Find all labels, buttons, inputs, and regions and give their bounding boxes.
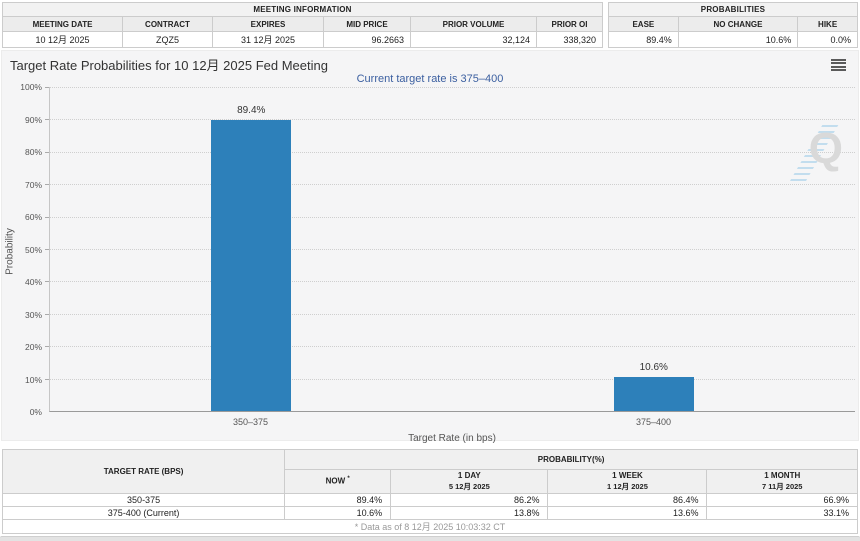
probability-pct-group-header: PROBABILITY(%) (284, 449, 858, 470)
meeting-date-value: 10 12月 2025 (2, 31, 123, 48)
prior-volume-header: PRIOR VOLUME (410, 16, 537, 32)
no-change-value: 10.6% (677, 31, 799, 48)
probability-bar (613, 376, 694, 411)
x-axis-title: Target Rate (in bps) (408, 433, 496, 444)
hike-value: 0.0% (797, 31, 858, 48)
one-week-column-header: 1 WEEK 1 12月 2025 (547, 469, 708, 494)
one-month-probability-cell: 66.9% (706, 493, 858, 507)
quikstrike-watermark-logo: Q (787, 124, 843, 185)
one-week-date: 1 12月 2025 (607, 481, 648, 491)
data-as-of-footnote: * Data as of 8 12月 2025 10:03:32 CT (2, 519, 858, 534)
one-week-probability-cell: 86.4% (547, 493, 708, 507)
rate-range-cell: 375-400 (Current) (1, 506, 286, 520)
probability-history-section: TARGET RATE (BPS) PROBABILITY(%) NOW * 1… (0, 441, 860, 534)
bar-group: 89.4% (211, 105, 292, 411)
table-row: 375-400 (Current) 10.6% 13.8% 13.6% 33.1… (1, 506, 858, 520)
bar-group: 10.6% (613, 361, 694, 411)
rate-range-cell: 350-375 (1, 493, 286, 507)
prior-oi-header: PRIOR OI (536, 16, 603, 32)
page-bottom-strip (0, 536, 860, 541)
probability-history-table: TARGET RATE (BPS) PROBABILITY(%) NOW * 1… (1, 449, 858, 534)
contract-value: ZQZ5 (122, 31, 213, 48)
expires-value: 31 12月 2025 (212, 31, 324, 48)
ease-value: 89.4% (608, 31, 679, 48)
mid-price-header: MID PRICE (323, 16, 411, 32)
chart-title: Target Rate Probabilities for 10 12月 202… (10, 58, 328, 73)
chart-menu-icon[interactable] (831, 59, 846, 71)
meeting-date-header: MEETING DATE (2, 16, 123, 32)
probability-bar (211, 120, 292, 411)
one-month-column-header: 1 MONTH 7 11月 2025 (706, 469, 858, 494)
probabilities-title: PROBABILITIES (608, 2, 858, 17)
no-change-header: NO CHANGE (677, 16, 799, 32)
one-month-date: 7 11月 2025 (762, 481, 803, 491)
now-column-header: NOW * (284, 469, 392, 494)
table-row: 350-375 89.4% 86.2% 86.4% 66.9% (1, 493, 858, 507)
target-rate-bps-header: TARGET RATE (BPS) (1, 449, 286, 494)
one-month-probability-cell: 33.1% (706, 506, 858, 520)
one-day-probability-cell: 13.8% (390, 506, 549, 520)
bar-value-label: 89.4% (237, 105, 266, 117)
now-probability-cell: 10.6% (284, 506, 392, 520)
watermark-q-letter: Q (808, 124, 843, 173)
one-day-probability-cell: 86.2% (390, 493, 549, 507)
mid-price-value: 96.2663 (323, 31, 411, 48)
bar-value-label: 10.6% (639, 361, 668, 373)
contract-header: CONTRACT (122, 16, 213, 32)
expires-header: EXPIRES (212, 16, 324, 32)
probabilities-summary-table: PROBABILITIES EASE NO CHANGE HIKE 89.4% … (608, 2, 858, 48)
ease-header: EASE (608, 16, 679, 32)
prior-volume-value: 32,124 (410, 31, 537, 48)
target-rate-chart-panel: Target Rate Probabilities for 10 12月 202… (1, 50, 859, 444)
meeting-information-table: MEETING INFORMATION MEETING DATE CONTRAC… (2, 2, 603, 48)
x-category-label: 375–400 (635, 417, 672, 427)
one-day-column-header: 1 DAY 5 12月 2025 (390, 469, 549, 494)
prior-oi-value: 338,320 (536, 31, 603, 48)
one-week-probability-cell: 13.6% (547, 506, 708, 520)
now-probability-cell: 89.4% (284, 493, 392, 507)
now-footnote-marker: * (347, 475, 350, 482)
chart-subtitle: Current target rate is 375–400 (356, 73, 504, 85)
x-category-label: 350–375 (232, 417, 269, 427)
top-summary-row: MEETING INFORMATION MEETING DATE CONTRAC… (0, 0, 860, 48)
plot-area: Q 89.4% 10.6% (45, 87, 855, 412)
one-day-date: 5 12月 2025 (448, 481, 490, 491)
hike-header: HIKE (797, 16, 858, 32)
meeting-information-title: MEETING INFORMATION (2, 2, 603, 17)
y-axis-ticks: 0% 10% 20% 30% 40% 50% 60% 70% 80% 90% 100% (20, 82, 42, 417)
